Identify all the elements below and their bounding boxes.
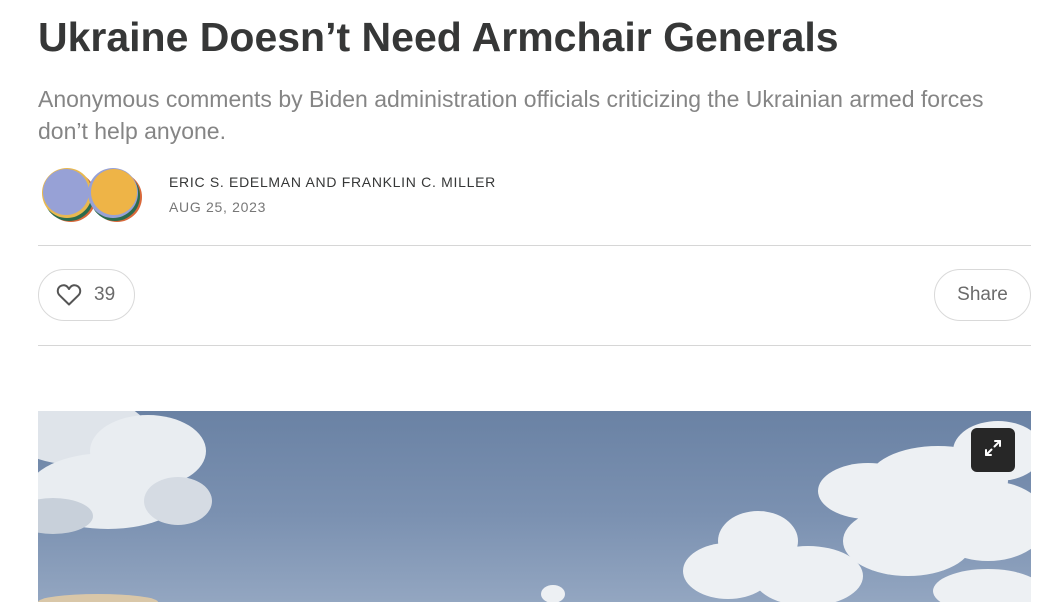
author-names: Eric S. Edelman and Franklin C. Miller: [169, 174, 496, 190]
cloud-left: [38, 411, 212, 534]
author-separator: and: [305, 174, 338, 190]
horizon-detail: [38, 594, 158, 602]
share-button[interactable]: Share: [934, 269, 1031, 321]
heart-icon: [56, 283, 82, 307]
expand-image-button[interactable]: [971, 428, 1015, 472]
cloud-right: [541, 421, 1031, 602]
article-title: Ukraine Doesn’t Need Armchair Generals: [38, 14, 839, 60]
expand-icon: [982, 437, 1004, 464]
hero-image[interactable]: [38, 411, 1031, 602]
like-count: 39: [94, 284, 116, 305]
byline: Eric S. Edelman and Franklin C. Miller A…: [169, 174, 496, 215]
publish-date: AUG 25, 2023: [169, 199, 267, 215]
like-button[interactable]: 39: [38, 269, 135, 321]
author-avatars: [42, 168, 142, 224]
divider-bottom: [38, 345, 1031, 346]
divider-top: [38, 245, 1031, 246]
article-subtitle: Anonymous comments by Biden administrati…: [38, 86, 984, 144]
author-link-1[interactable]: Eric S. Edelman: [169, 174, 302, 190]
author-link-2[interactable]: Franklin C. Miller: [342, 174, 496, 190]
avatar-author-2[interactable]: [88, 168, 142, 222]
